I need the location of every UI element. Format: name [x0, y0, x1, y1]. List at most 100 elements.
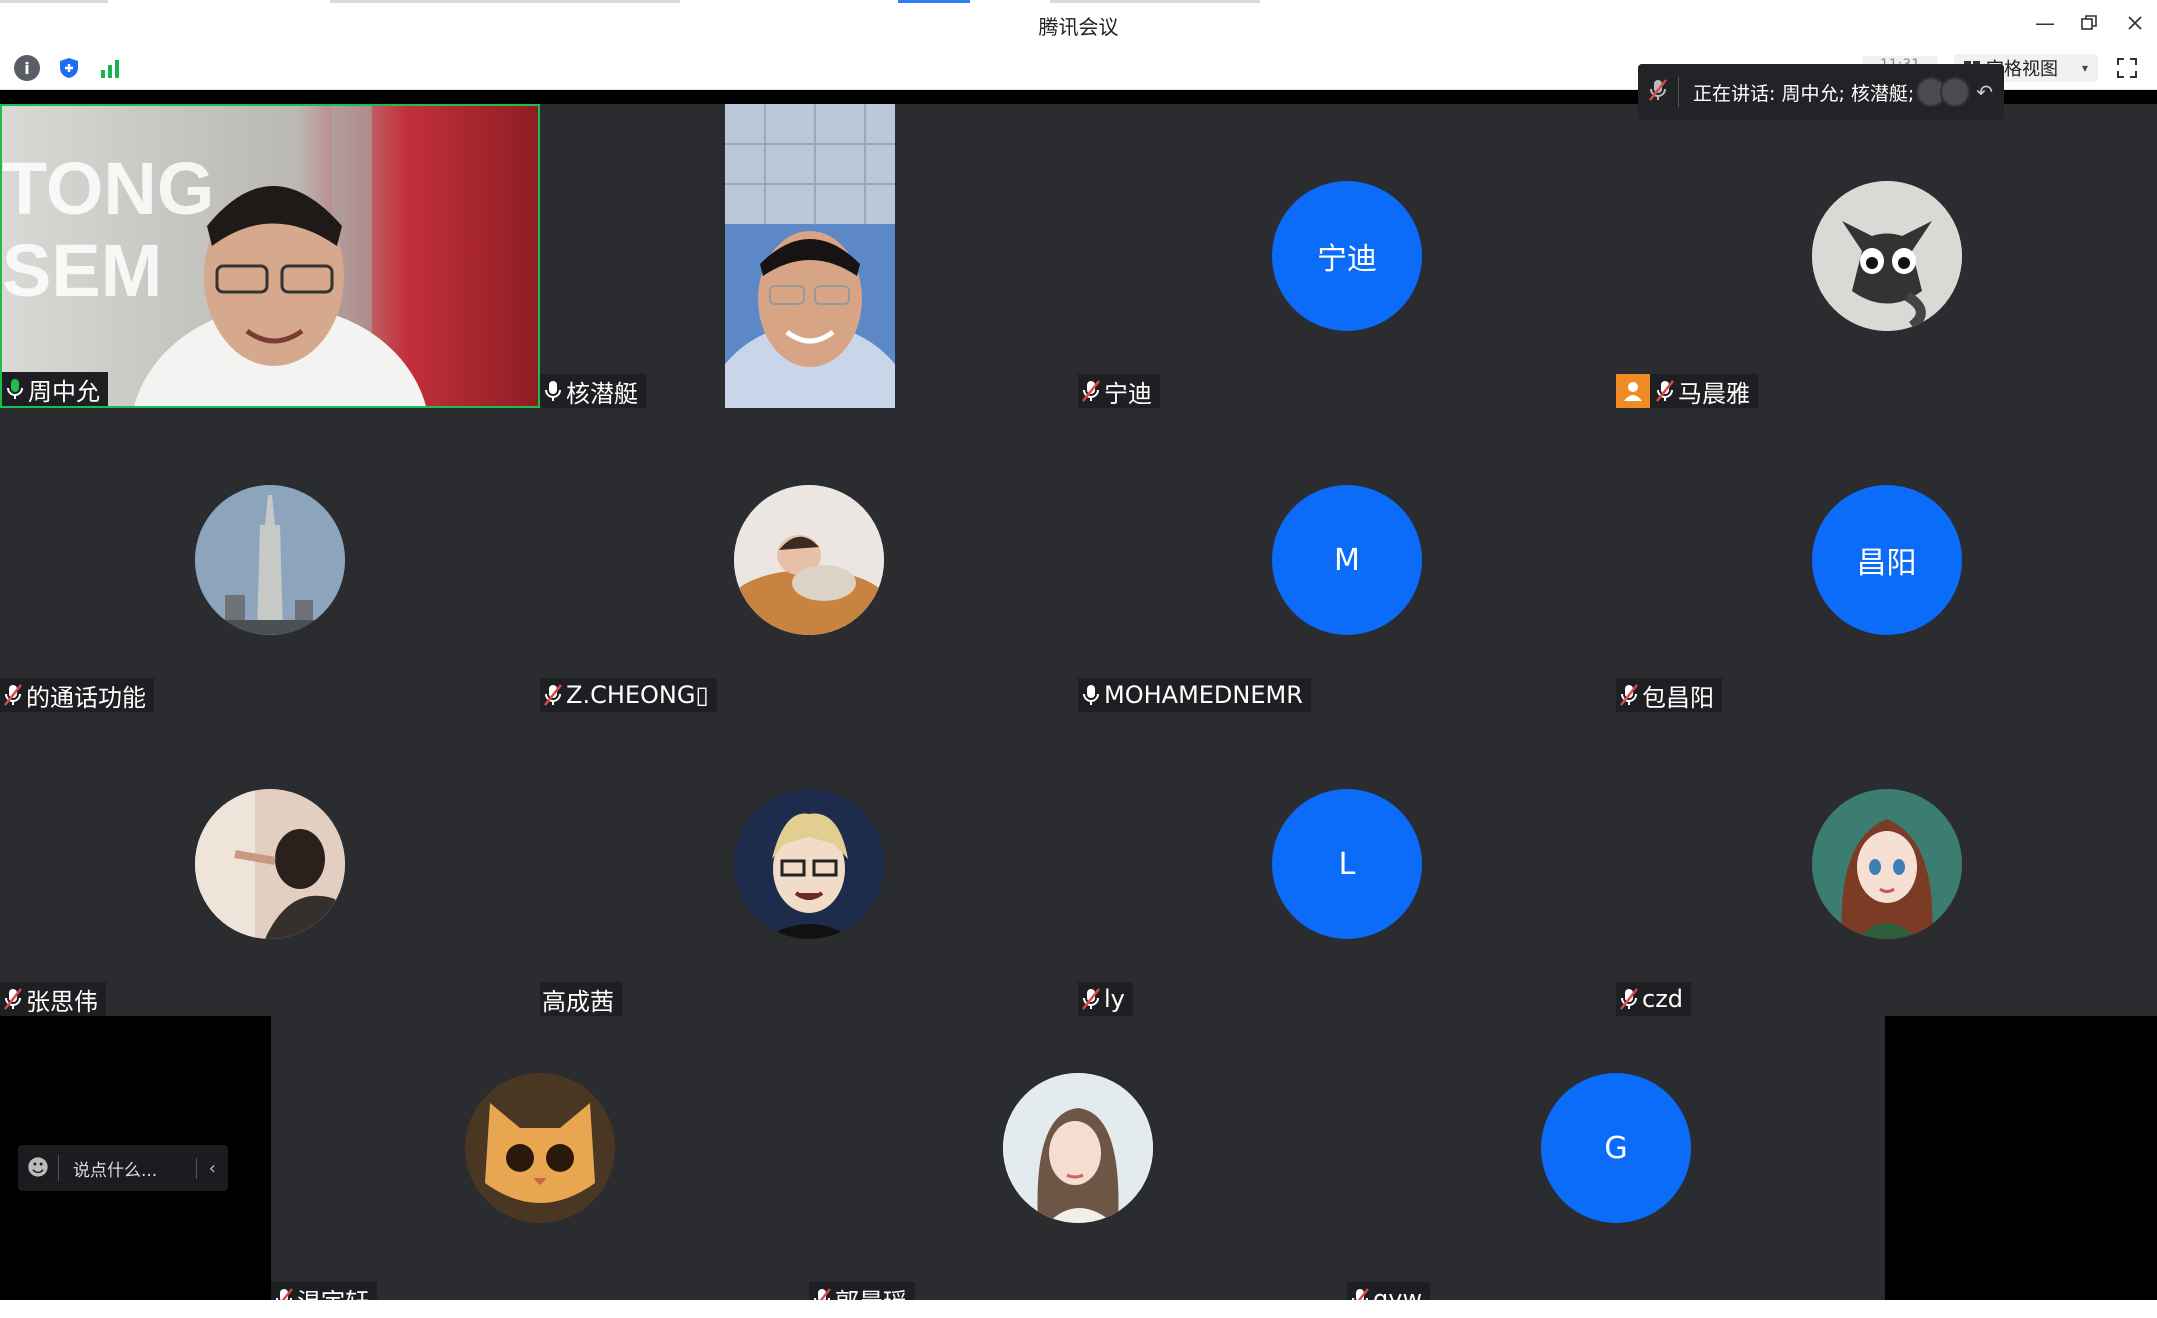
info-icon: i — [24, 58, 30, 78]
title-strip — [1050, 0, 1260, 3]
mic-muted-icon — [1080, 985, 1102, 1013]
close-icon — [2128, 16, 2142, 30]
minimize-icon: — — [2035, 11, 2055, 35]
mic-muted-icon — [811, 1285, 833, 1300]
security-button[interactable] — [56, 55, 82, 81]
network-status-button[interactable] — [97, 55, 123, 81]
reply-arrow-icon[interactable]: ↶ — [1976, 80, 1993, 104]
mic-muted-icon — [542, 681, 564, 709]
participant-nameplate: 温宇轩 — [271, 1282, 377, 1300]
signal-bars-icon — [101, 60, 119, 78]
info-button[interactable]: i — [14, 55, 40, 81]
participant-name: 宁迪 — [1104, 379, 1152, 408]
participant-name: 张思伟 — [26, 987, 98, 1016]
mic-muted-icon — [273, 1285, 295, 1300]
speaker-avatars — [1916, 77, 1971, 107]
participant-name: 马晨雅 — [1678, 379, 1750, 408]
mic-muted-icon — [1654, 377, 1676, 405]
participant-tile[interactable]: 的通话功能 — [0, 408, 540, 712]
participant-name: gyw — [1373, 1285, 1423, 1300]
cat-sketch-avatar — [1811, 181, 1962, 331]
sleeping-child-avatar — [734, 485, 884, 635]
participant-nameplate: MOHAMEDNEMR — [1078, 678, 1311, 712]
speaking-indicator[interactable]: 正在讲话: 周中允; 核潜艇; ↶ — [1638, 64, 2004, 120]
minimize-button[interactable]: — — [2028, 8, 2062, 38]
chevron-left-icon[interactable]: ‹ — [195, 1157, 228, 1179]
participant-nameplate: 马晨雅 — [1616, 374, 1758, 408]
mic-on-icon — [1080, 681, 1102, 709]
caret-down-icon: ▾ — [2081, 61, 2088, 75]
title-strip — [0, 0, 108, 3]
participant-tile[interactable]: 马晨雅 — [1616, 104, 2157, 408]
mic-muted-icon — [2, 681, 24, 709]
title-strip — [898, 0, 970, 3]
avatar: M — [1272, 485, 1422, 635]
participant-video: TONG SEM — [2, 106, 538, 406]
participant-nameplate: 包昌阳 — [1616, 678, 1722, 712]
mic-muted-icon — [1349, 1285, 1371, 1300]
participant-nameplate: 宁迪 — [1078, 374, 1160, 408]
participant-name: 郭晨瑶 — [835, 1282, 907, 1301]
chat-input-pill[interactable]: ☻ 说点什么... ‹ — [18, 1145, 228, 1191]
participant-tile[interactable]: G gyw — [1347, 1016, 1885, 1300]
orange-cat-avatar — [465, 1073, 615, 1223]
participant-name: czd — [1642, 985, 1684, 1013]
mic-muted-icon — [1618, 681, 1640, 709]
participant-nameplate: Z.CHEONG▯ — [540, 678, 717, 712]
participant-tile[interactable]: 核潜艇 — [540, 104, 1078, 408]
participant-name: Z.CHEONG▯ — [566, 681, 709, 709]
fullscreen-button[interactable] — [2116, 58, 2138, 80]
mic-on-icon — [4, 375, 26, 403]
participant-name: 高成茜 — [542, 987, 614, 1016]
participant-name: 核潜艇 — [566, 379, 638, 408]
close-button[interactable] — [2118, 8, 2152, 38]
participant-grid: TONG SEM 周中允 核潜艇 宁迪 宁迪 马晨雅 的通话功能 Z.CHEON… — [0, 104, 2157, 1300]
participant-tile[interactable]: TONG SEM 周中允 — [0, 104, 540, 408]
participant-nameplate: 郭晨瑶 — [809, 1282, 915, 1300]
mic-muted-icon — [1618, 985, 1640, 1013]
participant-name: 周中允 — [28, 377, 100, 406]
divider — [58, 1155, 59, 1181]
svg-text:SEM: SEM — [2, 229, 162, 312]
fullscreen-icon — [2117, 58, 2137, 78]
participant-tile[interactable]: 高成茜 — [540, 712, 1078, 1016]
title-bar: 腾讯会议 — — [0, 0, 2157, 46]
participant-tile[interactable]: 温宇轩 — [271, 1016, 809, 1300]
mic-muted-icon — [1080, 377, 1102, 405]
chat-placeholder: 说点什么... — [73, 1160, 158, 1181]
participant-name: ly — [1104, 985, 1125, 1013]
restore-icon — [2081, 15, 2097, 30]
avatar: L — [1272, 789, 1422, 939]
participant-nameplate: 张思伟 — [0, 982, 106, 1016]
restore-button[interactable] — [2072, 8, 2106, 38]
participant-tile[interactable]: 张思伟 — [0, 712, 540, 1016]
participant-nameplate: 高成茜 — [540, 982, 622, 1016]
participant-nameplate: gyw — [1347, 1282, 1431, 1300]
participant-video — [725, 104, 895, 408]
avatar: 宁迪 — [1272, 181, 1422, 331]
participant-tile[interactable]: M MOHAMEDNEMR — [1078, 408, 1616, 712]
participant-name: 温宇轩 — [297, 1282, 369, 1301]
bottom-strip — [0, 1300, 2157, 1318]
participant-nameplate: ly — [1078, 982, 1133, 1016]
participant-tile[interactable]: czd — [1616, 712, 2157, 1016]
title-strip — [330, 0, 680, 3]
participant-nameplate: czd — [1616, 982, 1692, 1016]
illustrated-woman-avatar — [1003, 1073, 1153, 1223]
divider — [1678, 77, 1679, 107]
participant-tile[interactable]: Z.CHEONG▯ — [540, 408, 1078, 712]
svg-text:TONG: TONG — [2, 147, 214, 230]
mic-muted-icon — [1638, 78, 1678, 106]
participant-tile[interactable]: 宁迪 宁迪 — [1078, 104, 1616, 408]
window-title: 腾讯会议 — [1038, 15, 1119, 39]
participant-tile[interactable]: 昌阳 包昌阳 — [1616, 408, 2157, 712]
participant-name: 的通话功能 — [26, 683, 146, 712]
anime-girl-avatar — [1811, 789, 1962, 939]
speaking-label: 正在讲话: 周中允; 核潜艇; — [1693, 82, 1915, 105]
participant-name: 包昌阳 — [1642, 683, 1714, 712]
participant-tile[interactable]: L ly — [1078, 712, 1616, 1016]
emoji-icon[interactable]: ☻ — [18, 1156, 58, 1181]
participant-tile[interactable]: 郭晨瑶 — [809, 1016, 1347, 1300]
avatar: 昌阳 — [1811, 485, 1962, 635]
participant-nameplate: 核潜艇 — [540, 374, 646, 408]
